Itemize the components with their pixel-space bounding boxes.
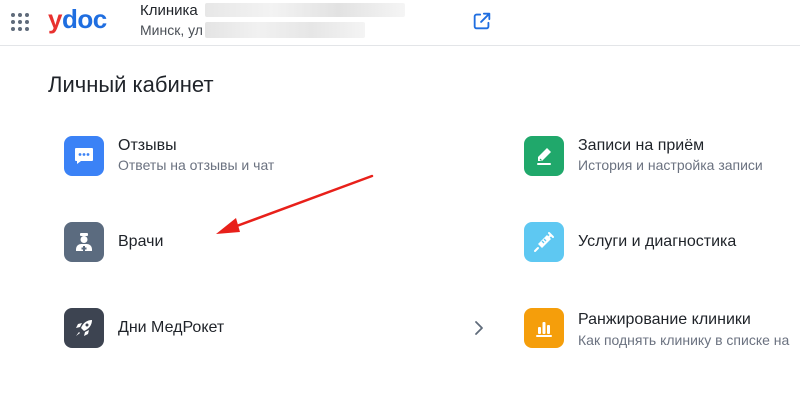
menu-item-subtitle: История и настройка записи xyxy=(578,157,763,173)
menu-item-subtitle: Ответы на отзывы и чат xyxy=(118,157,275,173)
edit-icon xyxy=(524,136,564,176)
menu-item-label: Услуги и диагностика xyxy=(578,233,737,250)
menu-item-label: Врачи xyxy=(118,233,164,250)
clinic-address: Минск, ул xyxy=(140,22,203,38)
chevron-right-icon[interactable] xyxy=(472,320,486,336)
chat-icon xyxy=(64,136,104,176)
rocket-icon xyxy=(64,308,104,348)
menu-item-label: Дни МедРокет xyxy=(118,319,225,336)
apps-grid-icon[interactable] xyxy=(10,12,30,32)
external-link-icon[interactable] xyxy=(471,10,493,32)
clinic-name: Клиника xyxy=(140,2,198,19)
menu-item-appointments[interactable]: Записи на приём История и настройка запи… xyxy=(524,136,800,192)
menu-item-doctors[interactable]: Врачи xyxy=(64,222,444,278)
menu-item-subtitle: Как поднять клинику в списке на xyxy=(578,332,790,348)
menu-item-reviews[interactable]: Отзывы Ответы на отзывы и чат xyxy=(64,136,444,192)
syringe-icon xyxy=(524,222,564,262)
menu-item-clinic-ranking[interactable]: Ранжирование клиники Как поднять клинику… xyxy=(524,308,800,364)
menu-item-medrocket-days[interactable]: Дни МедРокет xyxy=(64,308,484,364)
menu-item-services[interactable]: Услуги и диагностика xyxy=(524,222,800,278)
menu-item-label: Записи на приём xyxy=(578,137,705,154)
redacted-clinic-name xyxy=(205,3,405,17)
ydoc-logo[interactable]: ydoc xyxy=(48,4,107,35)
ranking-chart-icon xyxy=(524,308,564,348)
menu-item-label: Ранжирование клиники xyxy=(578,311,751,328)
page-title: Личный кабинет xyxy=(48,72,214,97)
redacted-clinic-address xyxy=(205,22,365,38)
top-header: ydoc Клиника Минск, ул xyxy=(0,0,800,46)
menu-item-label: Отзывы xyxy=(118,137,177,154)
doctor-icon xyxy=(64,222,104,262)
